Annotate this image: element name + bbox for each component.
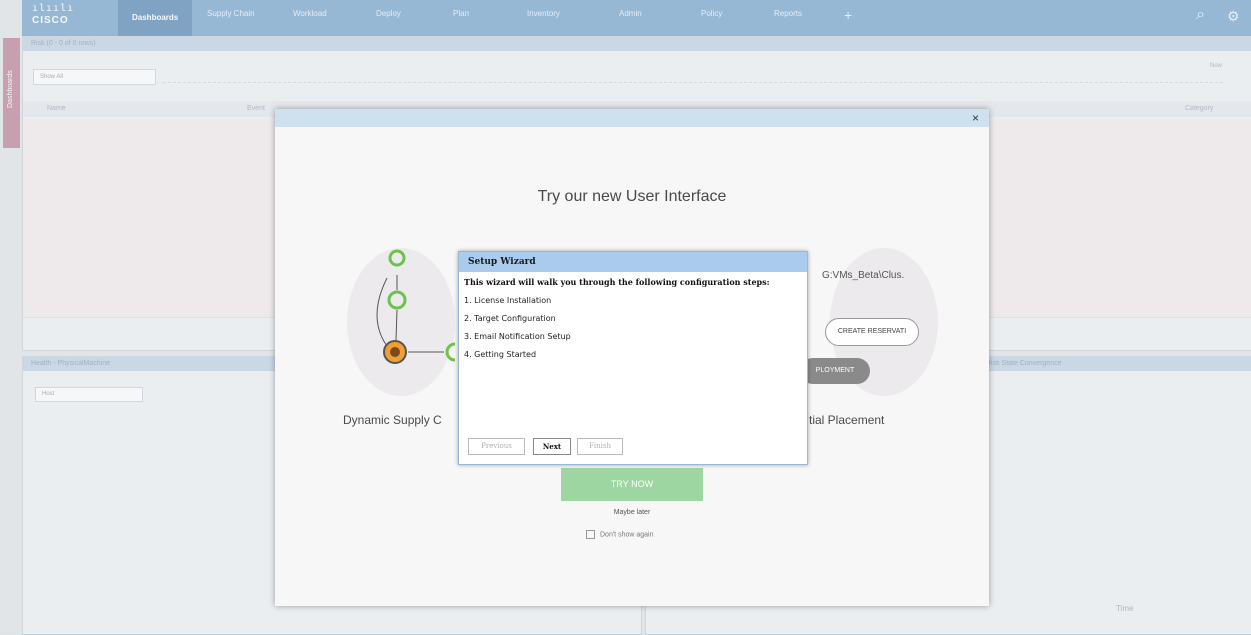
next-button[interactable]: Next [533,438,571,455]
placement-illustration: G:VMs_Beta\Clus. CREATE RESERVATI PLOYME… [800,248,938,396]
create-reservation-button[interactable]: CREATE RESERVATI [825,318,919,346]
finish-button[interactable]: Finish [577,438,623,455]
placement-card-title: G:VMs_Beta\Clus. [822,270,905,281]
modal-header-bar [275,109,989,127]
maybe-later-link[interactable]: Maybe later [275,509,989,516]
dont-show-checkbox[interactable] [586,530,595,539]
wizard-step: 3. Email Notification Setup [464,332,571,341]
dont-show-label: Don't show again [600,531,654,539]
wizard-step: 4. Getting Started [464,350,537,359]
previous-button[interactable]: Previous [468,438,525,455]
supply-chain-diagram-icon [376,249,465,364]
feature-supply-chain-label: Dynamic Supply C [343,413,442,427]
close-icon[interactable]: × [972,111,979,125]
dont-show-again-option[interactable]: Don't show again [586,530,653,539]
setup-wizard-dialog: Setup Wizard This wizard will walk you t… [458,251,808,465]
supply-chain-illustration [347,248,465,396]
deployment-button[interactable]: PLOYMENT [800,358,870,384]
try-now-button[interactable]: TRY NOW [561,468,703,501]
wizard-intro: This wizard will walk you through the fo… [464,277,770,287]
feature-placement-label: tial Placement [809,413,885,427]
modal-title: Try our new User Interface [537,188,727,205]
wizard-step: 2. Target Configuration [464,314,556,323]
wizard-title: Setup Wizard [459,252,807,272]
wizard-step: 1. License Installation [464,296,552,305]
